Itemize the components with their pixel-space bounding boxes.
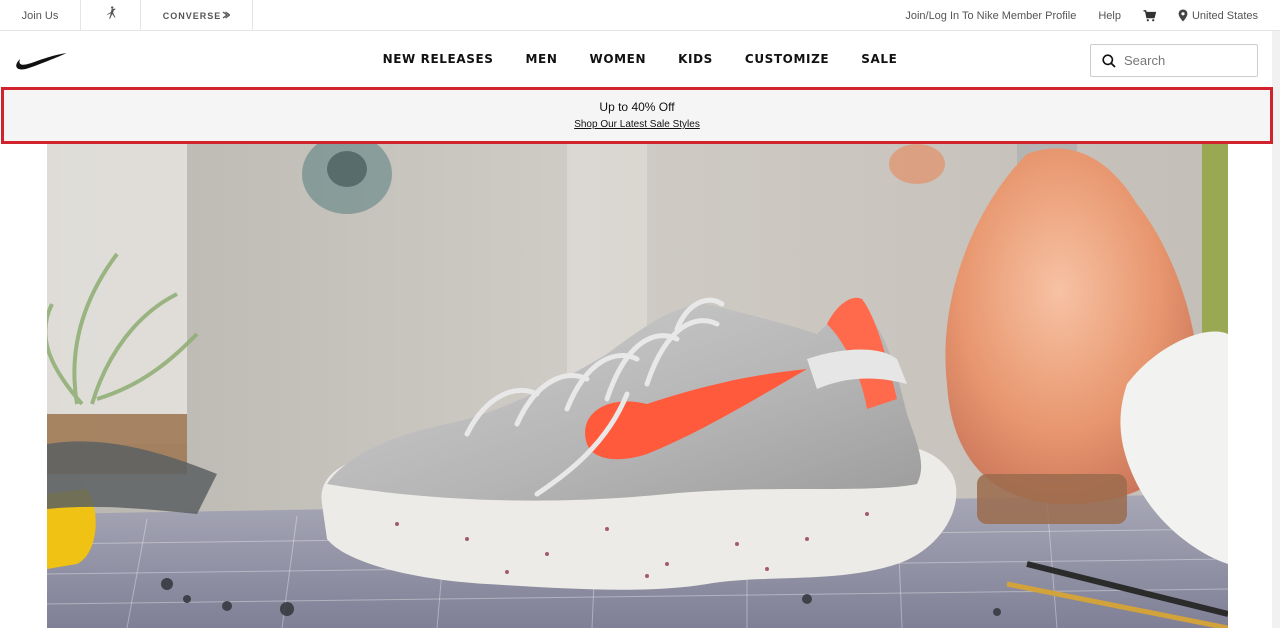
page-scrollbar[interactable]: [1272, 31, 1280, 628]
search-input[interactable]: [1124, 53, 1244, 68]
sneaker-product-photo: [47, 144, 1228, 628]
nike-swoosh-icon: [15, 53, 67, 74]
help-link[interactable]: Help: [1098, 10, 1121, 22]
nike-logo-link[interactable]: [15, 52, 67, 75]
nav-men[interactable]: MEN: [526, 52, 558, 66]
hero-banner[interactable]: [47, 144, 1228, 628]
nav-kids[interactable]: KIDS: [678, 52, 713, 66]
converse-chevron-icon: [222, 10, 231, 21]
location-label: United States: [1191, 9, 1258, 22]
cart-icon[interactable]: [1143, 9, 1156, 22]
converse-brand-link[interactable]: CONVERSE: [141, 0, 253, 31]
search-box[interactable]: [1090, 44, 1258, 77]
location-selector[interactable]: United States: [1178, 9, 1258, 22]
join-us-label: Join Us: [21, 9, 59, 22]
converse-label: CONVERSE: [162, 10, 222, 21]
shop-sale-link[interactable]: Shop Our Latest Sale Styles: [574, 119, 700, 130]
nav-women[interactable]: WOMEN: [590, 52, 647, 66]
location-pin-icon: [1178, 9, 1188, 22]
promo-banner: Up to 40% Off Shop Our Latest Sale Style…: [1, 87, 1273, 144]
nav-customize[interactable]: CUSTOMIZE: [745, 52, 829, 66]
member-login-link[interactable]: Join/Log In To Nike Member Profile: [905, 10, 1076, 22]
main-header: NEW RELEASES MEN WOMEN KIDS CUSTOMIZE SA…: [0, 31, 1280, 87]
promo-title: Up to 40% Off: [599, 100, 675, 114]
utility-links: Join/Log In To Nike Member Profile Help …: [905, 0, 1258, 31]
jordan-jumpman-icon: [104, 6, 118, 25]
nav-new-releases[interactable]: NEW RELEASES: [383, 52, 494, 66]
primary-nav: NEW RELEASES MEN WOMEN KIDS CUSTOMIZE SA…: [0, 31, 1280, 87]
utility-bar: Join Us CONVERSE Join/Log In To Nike Mem…: [0, 0, 1280, 31]
nav-sale[interactable]: SALE: [861, 52, 897, 66]
search-icon[interactable]: [1102, 53, 1116, 68]
join-us-link[interactable]: Join Us: [0, 0, 81, 31]
jordan-brand-link[interactable]: [81, 0, 141, 31]
